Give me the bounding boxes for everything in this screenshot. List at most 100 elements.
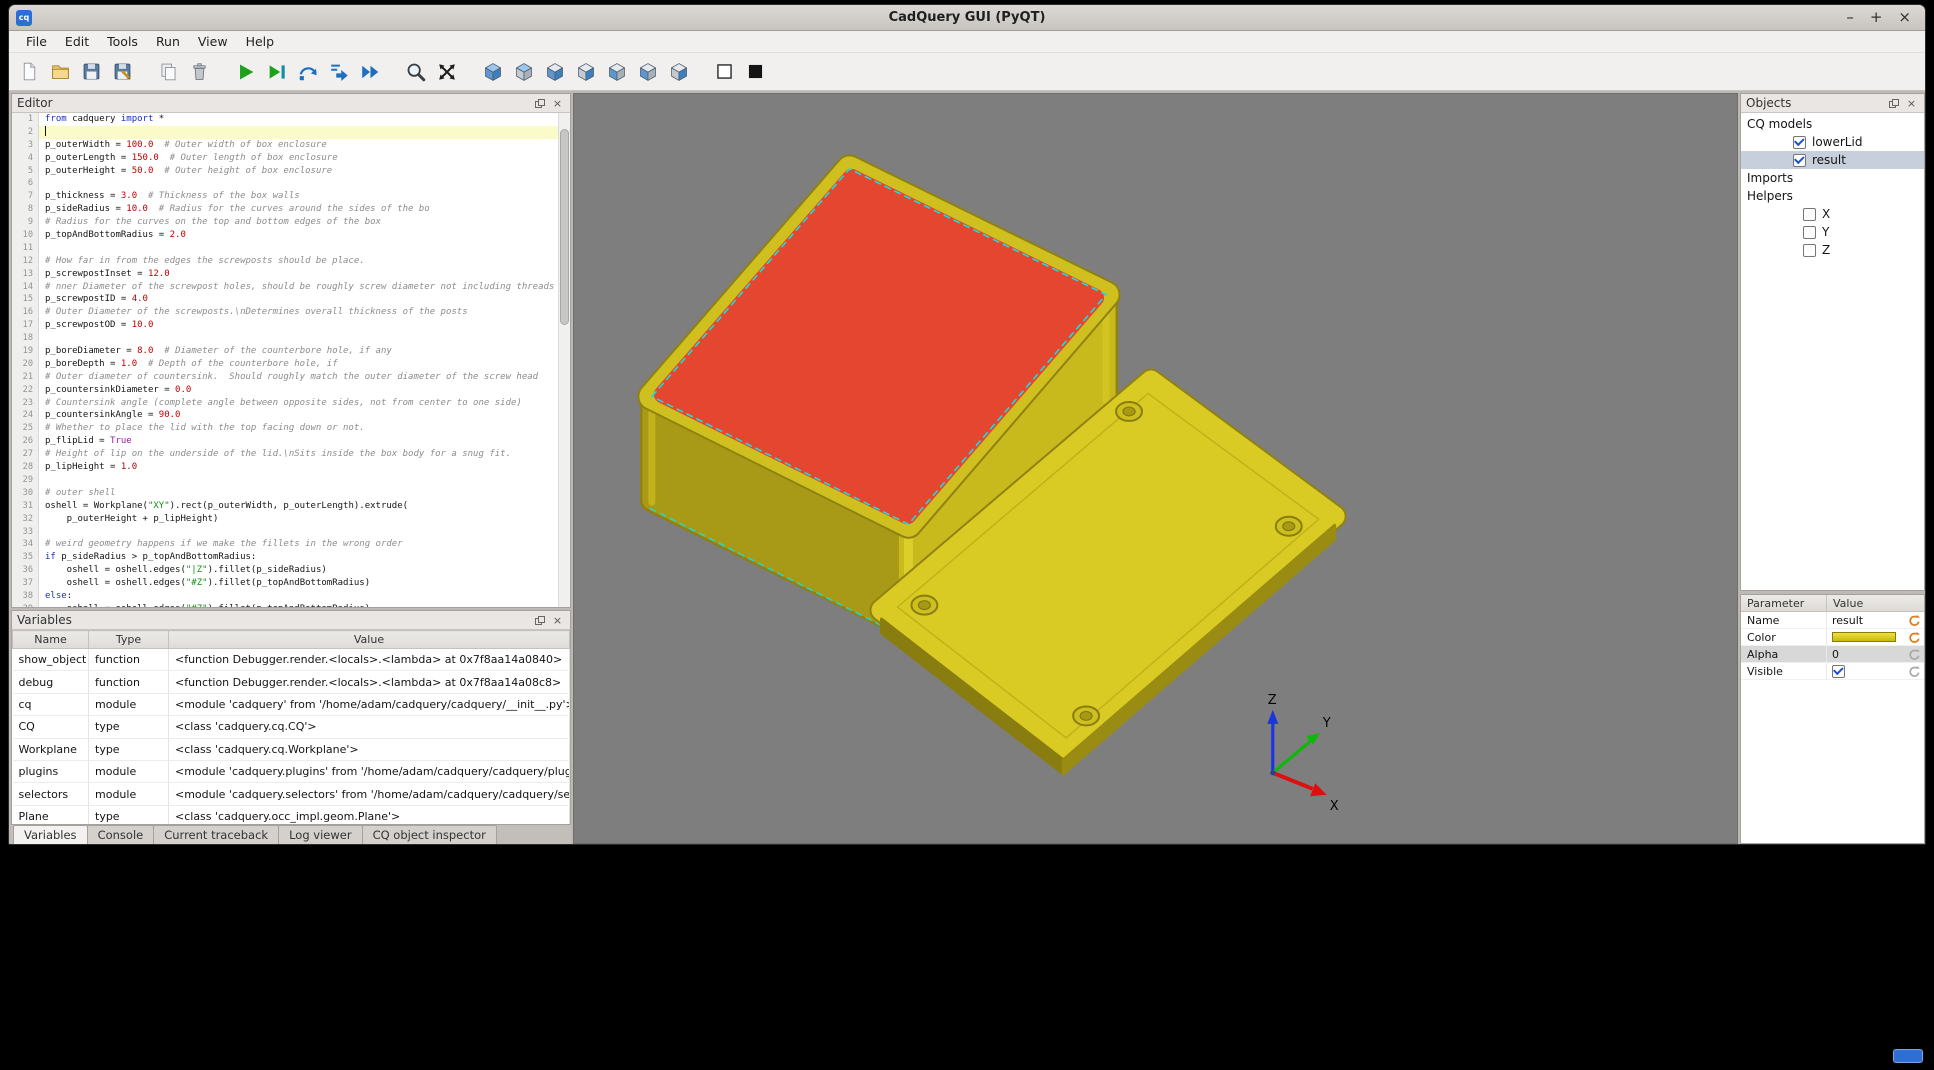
tree-item-result[interactable]: result <box>1741 151 1924 169</box>
delete-button[interactable] <box>185 57 214 86</box>
tree-item-helpers[interactable]: Helpers <box>1741 187 1924 205</box>
continue-button[interactable] <box>355 57 384 86</box>
code-line[interactable]: 25# Whether to place the lid with the to… <box>12 422 558 435</box>
code-line[interactable]: 35if p_sideRadius > p_topAndBottomRadius… <box>12 551 558 564</box>
code-line[interactable]: 29 <box>12 474 558 487</box>
code-line[interactable]: 18 <box>12 332 558 345</box>
fit-view-button[interactable] <box>432 57 461 86</box>
checkbox[interactable] <box>1793 136 1806 149</box>
back-view-button[interactable] <box>602 57 631 86</box>
tree-item-y[interactable]: Y <box>1741 223 1924 241</box>
checkbox[interactable] <box>1803 244 1816 257</box>
parameter-row-visible[interactable]: Visible <box>1741 663 1924 680</box>
editor-scrollbar[interactable] <box>558 113 570 607</box>
tree-item-x[interactable]: X <box>1741 205 1924 223</box>
variables-close-icon[interactable]: × <box>550 613 565 627</box>
code-line[interactable]: 19p_boreDiameter = 8.0 # Diameter of the… <box>12 345 558 358</box>
parameter-row-name[interactable]: Nameresult <box>1741 612 1924 629</box>
menu-run[interactable]: Run <box>147 32 189 51</box>
code-line[interactable]: 39 oshell = oshell.edges("#Z").fillet(p_… <box>12 603 558 607</box>
code-line[interactable]: 33 <box>12 526 558 539</box>
editor-float-icon[interactable] <box>532 96 547 110</box>
code-line[interactable]: 5p_outerHeight = 50.0 # Outer height of … <box>12 165 558 178</box>
code-line[interactable]: 17p_screwpostOD = 10.0 <box>12 319 558 332</box>
objects-float-icon[interactable] <box>1886 96 1901 110</box>
checkbox[interactable] <box>1803 208 1816 221</box>
debug-button[interactable] <box>262 57 291 86</box>
code-line[interactable]: 11 <box>12 242 558 255</box>
code-line[interactable]: 9# Radius for the curves on the top and … <box>12 216 558 229</box>
code-line[interactable]: 21# Outer diameter of countersink. Shoul… <box>12 371 558 384</box>
right-view-button[interactable] <box>664 57 693 86</box>
code-line[interactable]: 32 p_outerHeight + p_lipHeight) <box>12 513 558 526</box>
menu-edit[interactable]: Edit <box>56 32 98 51</box>
step-into-button[interactable] <box>324 57 353 86</box>
top-view-button[interactable] <box>509 57 538 86</box>
code-line[interactable]: 23# Countersink angle (complete angle be… <box>12 397 558 410</box>
variable-row[interactable]: cqmodule<module 'cadquery' from '/home/a… <box>13 693 570 715</box>
left-view-button[interactable] <box>633 57 662 86</box>
code-line[interactable]: 22p_countersinkDiameter = 0.0 <box>12 384 558 397</box>
reset-button[interactable] <box>1908 631 1921 644</box>
tree-item-imports[interactable]: Imports <box>1741 169 1924 187</box>
parameter-row-color[interactable]: Color <box>1741 629 1924 646</box>
column-header-parameter[interactable]: Parameter <box>1741 595 1827 611</box>
code-line[interactable]: 27# Height of lip on the underside of th… <box>12 448 558 461</box>
code-line[interactable]: 16# Outer Diameter of the screwposts.\nD… <box>12 306 558 319</box>
code-line[interactable]: 38else: <box>12 590 558 603</box>
variables-float-icon[interactable] <box>532 613 547 627</box>
code-line[interactable]: 24p_countersinkAngle = 90.0 <box>12 409 558 422</box>
tree-item-z[interactable]: Z <box>1741 241 1924 259</box>
shaded-button[interactable] <box>741 57 770 86</box>
visible-checkbox[interactable] <box>1832 665 1845 678</box>
code-editor[interactable]: 1from cadquery import *23p_outerWidth = … <box>12 113 570 607</box>
paste-button[interactable] <box>154 57 183 86</box>
bottom-view-button[interactable] <box>540 57 569 86</box>
minimize-button[interactable]: – <box>1846 10 1854 25</box>
menu-view[interactable]: View <box>189 32 237 51</box>
code-line[interactable]: 1from cadquery import * <box>12 113 558 126</box>
editor-close-icon[interactable]: × <box>550 96 565 110</box>
new-script-button[interactable] <box>15 57 44 86</box>
code-line[interactable]: 30# outer shell <box>12 487 558 500</box>
maximize-button[interactable]: + <box>1870 10 1883 25</box>
color-swatch[interactable] <box>1832 632 1896 642</box>
code-line[interactable]: 10p_topAndBottomRadius = 2.0 <box>12 229 558 242</box>
code-line[interactable]: 12# How far in from the edges the screwp… <box>12 255 558 268</box>
variable-row[interactable]: show_objectfunction<function Debugger.re… <box>13 649 570 671</box>
variable-row[interactable]: debugfunction<function Debugger.render.<… <box>13 671 570 693</box>
reset-button[interactable] <box>1908 614 1921 627</box>
editor-scrollbar-thumb[interactable] <box>560 129 569 325</box>
code-line[interactable]: 20p_boreDepth = 1.0 # Depth of the count… <box>12 358 558 371</box>
menu-help[interactable]: Help <box>237 32 284 51</box>
viewport-3d[interactable]: Z Y X <box>573 93 1738 844</box>
checkbox[interactable] <box>1793 154 1806 167</box>
save-as-button[interactable] <box>108 57 137 86</box>
code-line[interactable]: 36 oshell = oshell.edges("|Z").fillet(p_… <box>12 564 558 577</box>
reset-button[interactable] <box>1908 665 1921 678</box>
code-line[interactable]: 7p_thickness = 3.0 # Thickness of the bo… <box>12 190 558 203</box>
variable-row[interactable]: selectorsmodule<module 'cadquery.selecto… <box>13 783 570 805</box>
tab-console[interactable]: Console <box>87 825 155 844</box>
code-area[interactable]: 1from cadquery import *23p_outerWidth = … <box>12 113 558 607</box>
tree-item-cq-models[interactable]: CQ models <box>1741 115 1924 133</box>
variable-row[interactable]: Planetype<class 'cadquery.occ_impl.geom.… <box>13 805 570 824</box>
code-line[interactable]: 34# weird geometry happens if we make th… <box>12 538 558 551</box>
code-line[interactable]: 28p_lipHeight = 1.0 <box>12 461 558 474</box>
code-line[interactable]: 15p_screwpostID = 4.0 <box>12 293 558 306</box>
code-line[interactable]: 4p_outerLength = 150.0 # Outer length of… <box>12 152 558 165</box>
wireframe-button[interactable] <box>710 57 739 86</box>
code-line[interactable]: 3p_outerWidth = 100.0 # Outer width of b… <box>12 139 558 152</box>
column-header-value[interactable]: Value <box>1827 597 1924 610</box>
titlebar[interactable]: cq CadQuery GUI (PyQT) – + × <box>9 5 1925 31</box>
taskbar-widget[interactable] <box>1893 1049 1923 1063</box>
open-button[interactable] <box>46 57 75 86</box>
reset-button[interactable] <box>1908 648 1921 661</box>
parameter-row-alpha[interactable]: Alpha0 <box>1741 646 1924 663</box>
tree-item-lowerlid[interactable]: lowerLid <box>1741 133 1924 151</box>
tab-log-viewer[interactable]: Log viewer <box>278 825 362 844</box>
3d-scene[interactable]: Z Y X <box>574 94 1737 844</box>
tab-variables[interactable]: Variables <box>13 825 88 844</box>
tab-current-traceback[interactable]: Current traceback <box>153 825 279 844</box>
code-line[interactable]: 37 oshell = oshell.edges("#Z").fillet(p_… <box>12 577 558 590</box>
